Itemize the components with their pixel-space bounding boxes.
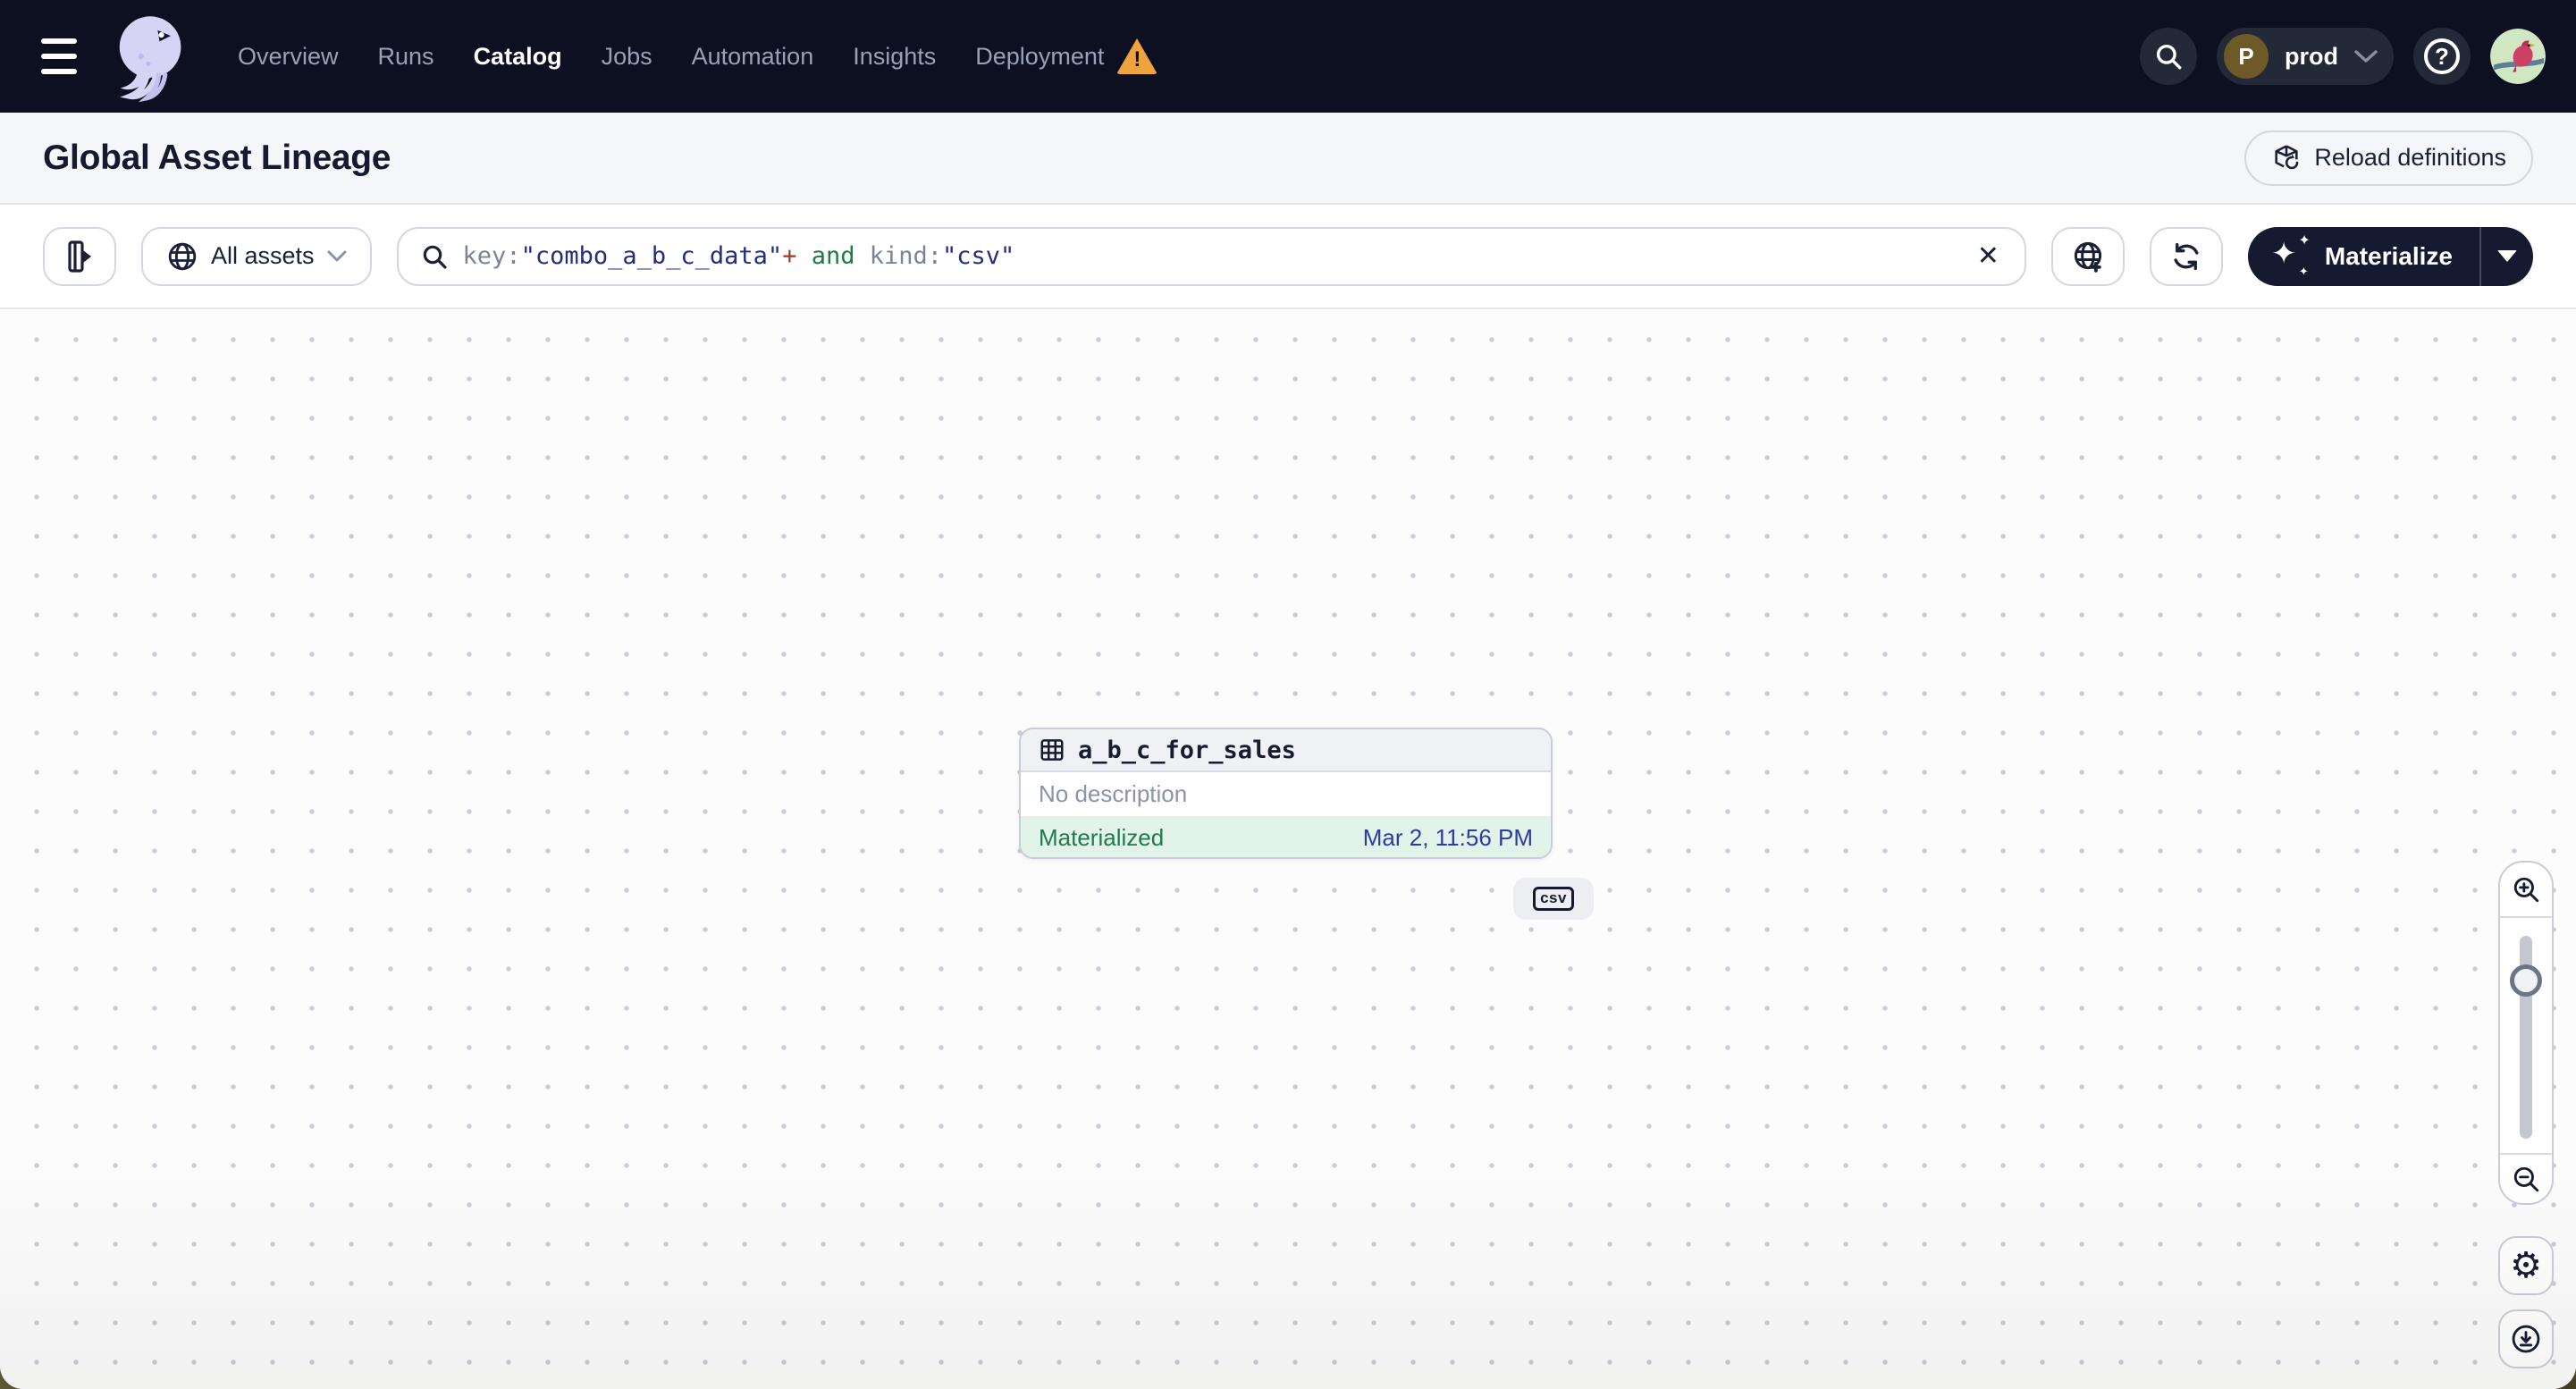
open-sidebar-button[interactable]: [43, 226, 116, 286]
asset-node-status-row: Materialized Mar 2, 11:56 PM: [1021, 816, 1551, 857]
topnav-right-cluster: P prod ?: [2140, 28, 2546, 85]
nav-item-automation[interactable]: Automation: [692, 43, 814, 71]
clear-search-button[interactable]: ✕: [1970, 237, 2007, 275]
help-icon: ?: [2424, 38, 2460, 74]
globe-icon: [166, 240, 198, 273]
zoom-slider: [2500, 918, 2552, 1153]
top-navbar: Overview Runs Catalog Jobs Automation In…: [0, 0, 2576, 113]
zoom-out-button[interactable]: [2500, 1153, 2552, 1203]
nav-item-runs[interactable]: Runs: [378, 43, 434, 71]
asset-node[interactable]: a_b_c_for_sales No description Materiali…: [1019, 728, 1553, 859]
dagster-app: Overview Runs Catalog Jobs Automation In…: [0, 0, 2576, 1389]
zoom-controls-panel: [2498, 861, 2554, 1205]
lineage-toolbar: All assets key:"combo_a_b_c_data"+ and k…: [0, 205, 2576, 309]
primary-nav: Overview Runs Catalog Jobs Automation In…: [238, 38, 1158, 74]
reload-definitions-button[interactable]: Reload definitions: [2244, 130, 2533, 186]
materialize-label: Materialize: [2324, 241, 2453, 270]
nav-item-jobs[interactable]: Jobs: [602, 43, 652, 71]
global-search-button[interactable]: [2140, 28, 2197, 85]
environment-name: prod: [2285, 42, 2338, 70]
asset-scope-label: All assets: [211, 242, 315, 269]
menu-icon[interactable]: [36, 37, 82, 76]
help-button[interactable]: ?: [2413, 28, 2471, 85]
globe-add-icon: [2071, 240, 2105, 274]
zoom-slider-thumb[interactable]: [2510, 964, 2542, 997]
search-icon: [2153, 41, 2184, 72]
page-title: Global Asset Lineage: [43, 138, 391, 177]
asset-search-input[interactable]: key:"combo_a_b_c_data"+ and kind:"csv" ✕: [396, 226, 2026, 286]
save-selection-button[interactable]: [2050, 226, 2125, 286]
zoom-out-icon: [2511, 1164, 2541, 1194]
materialize-options-button[interactable]: [2479, 226, 2533, 286]
close-icon: ✕: [1976, 240, 1999, 272]
asset-scope-dropdown[interactable]: All assets: [141, 226, 372, 286]
gear-icon: ⚙: [2510, 1245, 2542, 1286]
materialization-timestamp[interactable]: Mar 2, 11:56 PM: [1363, 824, 1533, 852]
table-icon: [1039, 737, 1065, 763]
nav-item-overview[interactable]: Overview: [238, 43, 339, 71]
graph-settings-button[interactable]: ⚙: [2498, 1236, 2554, 1295]
download-image-button[interactable]: [2498, 1309, 2554, 1368]
nav-item-catalog[interactable]: Catalog: [474, 43, 562, 71]
asset-kind-badge[interactable]: csv: [1513, 878, 1594, 920]
environment-switcher[interactable]: P prod: [2217, 28, 2394, 85]
status-badge: Materialized: [1039, 823, 1165, 851]
download-icon: [2510, 1323, 2542, 1355]
chevron-down-icon: [2354, 49, 2378, 63]
search-query-text: key:"combo_a_b_c_data"+ and kind:"csv": [462, 242, 1015, 270]
nav-item-deployment[interactable]: Deployment !: [975, 38, 1158, 74]
environment-avatar: P: [2224, 34, 2269, 79]
caret-down-icon: [2497, 250, 2517, 262]
search-icon: [420, 242, 449, 271]
refresh-button[interactable]: [2149, 226, 2223, 286]
dagster-logo-icon[interactable]: [102, 10, 195, 103]
panel-toggle-icon: [62, 239, 97, 274]
csv-kind-icon: csv: [1533, 887, 1574, 911]
warning-icon: !: [1116, 38, 1158, 74]
nav-item-insights[interactable]: Insights: [853, 43, 936, 71]
asset-description: No description: [1039, 780, 1188, 807]
chevron-down-icon: [327, 250, 347, 263]
lineage-graph-canvas[interactable]: a_b_c_for_sales No description Materiali…: [0, 309, 2576, 1389]
reload-definitions-label: Reload definitions: [2314, 144, 2506, 171]
sparkles-icon: ✦ ✦ ✦: [2270, 231, 2311, 279]
asset-node-header: a_b_c_for_sales: [1021, 729, 1551, 772]
refresh-icon: [2169, 240, 2203, 274]
materialize-button[interactable]: ✦ ✦ ✦ Materialize: [2248, 227, 2479, 286]
asset-name: a_b_c_for_sales: [1078, 736, 1296, 764]
page-header: Global Asset Lineage Reload definitions: [0, 113, 2576, 205]
zoom-in-icon: [2511, 874, 2541, 905]
materialize-split-button: ✦ ✦ ✦ Materialize: [2247, 226, 2533, 286]
user-avatar[interactable]: [2490, 29, 2546, 84]
asset-node-body: No description: [1021, 772, 1551, 816]
zoom-in-button[interactable]: [2500, 863, 2552, 918]
reload-definitions-icon: [2271, 143, 2302, 173]
